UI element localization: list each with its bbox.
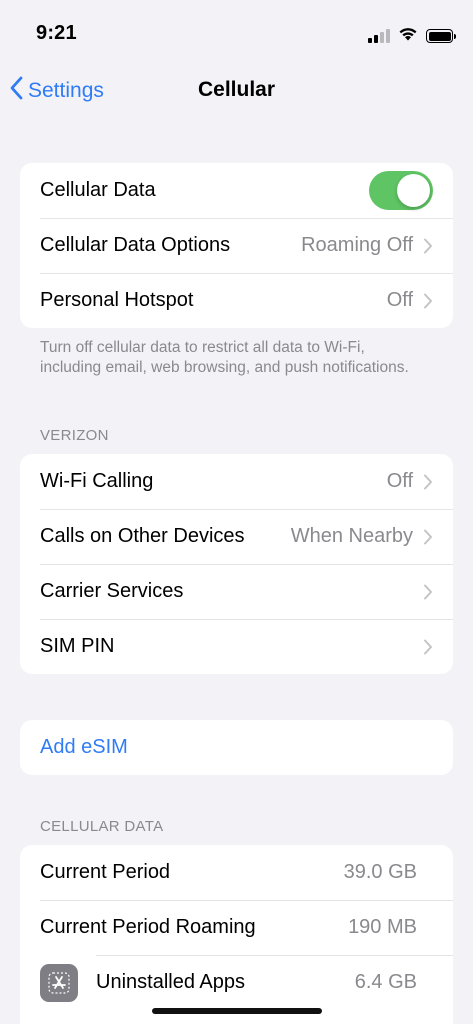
add-esim-button[interactable]: Add eSIM	[20, 720, 453, 775]
wifi-calling-value: Off	[386, 470, 413, 492]
status-icons	[368, 26, 456, 46]
carrier-services-row[interactable]: Carrier Services	[20, 564, 453, 619]
cellular-data-footnote: Turn off cellular data to restrict all d…	[40, 339, 409, 376]
chevron-right-icon	[423, 293, 433, 309]
battery-icon	[426, 29, 456, 43]
esim-group: Add eSIM	[20, 720, 453, 775]
cellular-usage-group: Current Period 39.0 GB Current Period Ro…	[20, 845, 453, 1024]
calls-other-devices-label: Calls on Other Devices	[40, 525, 245, 547]
sim-pin-row[interactable]: SIM PIN	[20, 619, 453, 674]
cellular-data-options-label: Cellular Data Options	[40, 234, 231, 256]
cellular-main-group: Cellular Data Cellular Data Options Roam…	[20, 163, 453, 328]
cellular-settings-screen: 9:21 Settings Cellular Cellular Data Cel…	[0, 0, 473, 1024]
cellular-data-section-header: CELLULAR DATA	[40, 818, 164, 835]
cellular-data-label: Cellular Data	[40, 179, 156, 201]
wifi-calling-label: Wi-Fi Calling	[40, 470, 154, 492]
navigation-bar: Settings Cellular	[0, 64, 473, 120]
sim-pin-label: SIM PIN	[40, 635, 115, 657]
cellular-data-toggle[interactable]	[369, 171, 433, 210]
current-period-value: 39.0 GB	[343, 861, 417, 883]
wifi-calling-row[interactable]: Wi-Fi Calling Off	[20, 454, 453, 509]
chevron-right-icon	[423, 474, 433, 490]
personal-hotspot-row[interactable]: Personal Hotspot Off	[20, 273, 453, 328]
status-time: 9:21	[36, 22, 77, 44]
verizon-group: Wi-Fi Calling Off Calls on Other Devices…	[20, 454, 453, 674]
toggle-knob	[397, 174, 430, 207]
current-period-label: Current Period	[40, 861, 171, 883]
app-store-icon	[40, 963, 78, 1002]
home-indicator[interactable]	[152, 1008, 322, 1014]
calls-other-devices-value: When Nearby	[290, 525, 413, 547]
verizon-section-header: VERIZON	[40, 427, 109, 444]
current-period-roaming-label: Current Period Roaming	[40, 916, 256, 938]
chevron-right-icon	[423, 639, 433, 655]
current-period-roaming-value: 190 MB	[348, 916, 417, 938]
calls-other-devices-row[interactable]: Calls on Other Devices When Nearby	[20, 509, 453, 564]
chevron-right-icon	[423, 584, 433, 600]
current-period-roaming-row: Current Period Roaming 190 MB	[20, 900, 453, 955]
cellular-data-row: Cellular Data	[20, 163, 453, 218]
carrier-services-label: Carrier Services	[40, 580, 184, 602]
uninstalled-apps-value: 6.4 GB	[354, 971, 417, 993]
cellular-data-options-row[interactable]: Cellular Data Options Roaming Off	[20, 218, 453, 273]
uninstalled-apps-row: Uninstalled Apps 6.4 GB	[20, 955, 453, 1010]
uninstalled-apps-label: Uninstalled Apps	[96, 971, 245, 993]
page-title: Cellular	[197, 78, 276, 101]
personal-hotspot-label: Personal Hotspot	[40, 289, 194, 311]
personal-hotspot-value: Off	[386, 289, 413, 311]
wifi-icon	[398, 26, 418, 46]
add-esim-label: Add eSIM	[40, 736, 128, 758]
chevron-right-icon	[423, 238, 433, 254]
cellular-data-options-value: Roaming Off	[301, 234, 413, 256]
chevron-right-icon	[423, 529, 433, 545]
current-period-row: Current Period 39.0 GB	[20, 845, 453, 900]
cellular-signal-icon	[368, 29, 390, 43]
status-bar: 9:21	[0, 0, 473, 64]
